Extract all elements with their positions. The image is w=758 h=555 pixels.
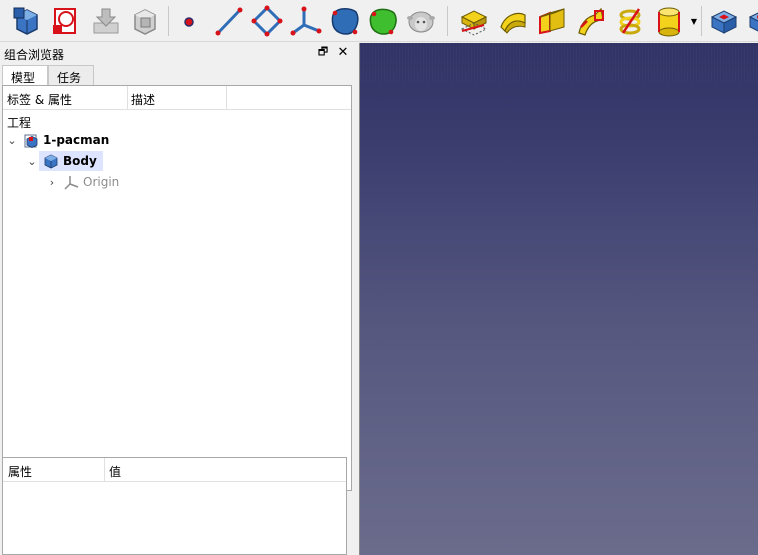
toolbar-separator	[447, 6, 448, 36]
model-tree[interactable]: 标签 & 属性 描述 工程 ⌄ 1-pacman ⌄ Body › Origin	[2, 85, 352, 491]
pad-icon[interactable]	[457, 4, 491, 38]
column-divider[interactable]	[127, 86, 128, 110]
tree-item-document[interactable]: ⌄ 1-pacman	[5, 130, 109, 150]
column-header-property[interactable]: 属性	[8, 463, 32, 480]
additive-pipe-icon[interactable]	[574, 4, 608, 38]
additive-cylinder-icon[interactable]	[652, 4, 686, 38]
toolbar-separator	[701, 6, 702, 36]
3d-viewport[interactable]	[359, 43, 758, 555]
close-icon[interactable]: ✕	[336, 45, 350, 60]
subshape-binder-icon[interactable]	[366, 4, 400, 38]
tree-header: 标签 & 属性 描述	[3, 86, 351, 110]
part-body-icon	[44, 154, 58, 169]
float-panel-icon[interactable]: 🗗	[316, 45, 330, 59]
column-header-value[interactable]: 值	[109, 463, 121, 480]
part-body-icon[interactable]	[10, 4, 44, 38]
line-icon[interactable]	[212, 4, 246, 38]
selection-highlight: Body	[39, 151, 103, 171]
sketch-icon[interactable]	[48, 4, 82, 38]
chevron-right-icon[interactable]: ›	[45, 175, 59, 189]
toolbar: ▼	[0, 0, 758, 42]
pocket-icon[interactable]	[707, 4, 741, 38]
clone-icon[interactable]	[128, 4, 162, 38]
hole-icon[interactable]	[745, 4, 758, 38]
tree-root-label: 工程	[7, 116, 32, 130]
shape-binder-icon[interactable]	[328, 4, 362, 38]
tree-item-origin[interactable]: › Origin	[45, 172, 119, 192]
additive-helix-icon[interactable]	[613, 4, 647, 38]
column-header-labels[interactable]: 标签 & 属性	[7, 91, 72, 108]
tab-model[interactable]: 模型	[2, 65, 48, 86]
chevron-down-icon[interactable]: ⌄	[5, 133, 19, 147]
tree-item-label: Body	[63, 154, 97, 168]
tab-tasks[interactable]: 任务	[48, 65, 94, 85]
property-view[interactable]: 属性 值	[2, 457, 347, 555]
toolbar-separator	[168, 6, 169, 36]
panel-title: 组合浏览器	[4, 48, 65, 62]
origin-icon	[64, 176, 79, 190]
polygon-icon[interactable]	[250, 4, 284, 38]
additive-loft-icon[interactable]	[535, 4, 569, 38]
point-icon[interactable]	[172, 4, 206, 38]
tree-item-body[interactable]: ⌄ Body	[25, 151, 103, 171]
column-divider[interactable]	[226, 86, 227, 110]
column-divider[interactable]	[104, 458, 105, 482]
panel-title-bar: 组合浏览器 🗗 ✕	[0, 43, 356, 63]
property-header: 属性 值	[3, 458, 346, 482]
chevron-down-icon[interactable]: ⌄	[25, 154, 39, 168]
revolution-icon[interactable]	[496, 4, 530, 38]
viewport-gradient-texture	[360, 43, 758, 83]
document-icon	[24, 134, 38, 148]
combo-view-panel: 组合浏览器 🗗 ✕ 模型 任务 标签 & 属性 描述 工程 ⌄ 1-pacman…	[0, 43, 356, 555]
tree-item-label: Origin	[83, 175, 120, 189]
column-header-description[interactable]: 描述	[131, 91, 155, 108]
chevron-down-icon[interactable]: ▼	[690, 17, 698, 26]
tree-item-label: 1-pacman	[43, 133, 110, 147]
coordinate-system-icon[interactable]	[289, 4, 323, 38]
clone-sheep-icon[interactable]	[404, 4, 438, 38]
import-icon[interactable]	[89, 4, 123, 38]
